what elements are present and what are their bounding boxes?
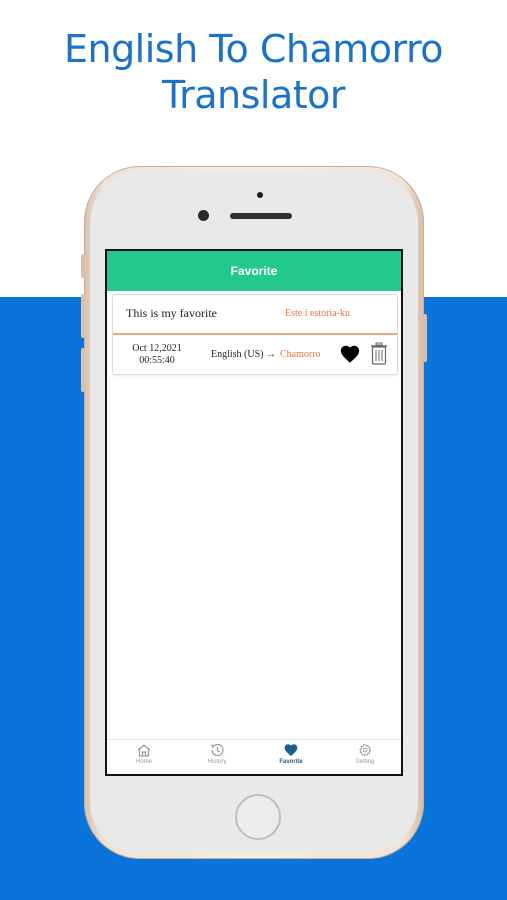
favorite-timestamp: Oct 12,2021 00:55:40 bbox=[123, 343, 191, 367]
power-button bbox=[423, 314, 427, 362]
volume-up-button bbox=[81, 294, 85, 338]
heart-icon bbox=[284, 744, 298, 757]
tab-setting-label: Setting bbox=[355, 759, 375, 765]
volume-down-button bbox=[81, 348, 85, 392]
headline-line-1: English To Chamorro bbox=[63, 27, 444, 71]
mute-switch bbox=[81, 254, 85, 278]
app-title-bar: Favorite bbox=[107, 251, 401, 291]
favorite-date: Oct 12,2021 bbox=[132, 343, 182, 354]
tab-favorite[interactable]: Favorite bbox=[263, 743, 319, 765]
heart-icon[interactable] bbox=[339, 343, 361, 365]
front-camera bbox=[198, 210, 209, 221]
tab-home-label: Home bbox=[135, 759, 152, 765]
tab-favorite-label: Favorite bbox=[279, 759, 303, 765]
headline-line-2: Translator bbox=[161, 73, 346, 117]
home-icon bbox=[137, 744, 151, 757]
bottom-tab-bar: Home History Favorite Setting bbox=[107, 739, 401, 774]
tab-setting[interactable]: Setting bbox=[337, 743, 393, 765]
gear-icon bbox=[359, 743, 372, 757]
page-title: Favorite bbox=[230, 264, 278, 278]
favorite-time: 00:55:40 bbox=[139, 355, 175, 366]
app-screen: Favorite This is my favorite Este i esto… bbox=[105, 249, 403, 776]
home-button[interactable] bbox=[235, 794, 281, 840]
translated-text: Este i estoria-ku bbox=[285, 308, 350, 319]
proximity-sensor bbox=[257, 192, 263, 198]
tab-history-label: History bbox=[207, 759, 227, 765]
favorite-card[interactable]: This is my favorite Este i estoria-ku Oc… bbox=[112, 294, 398, 375]
target-language: Chamorro bbox=[280, 349, 321, 360]
promo-headline: English To Chamorro Translator bbox=[0, 26, 507, 118]
tab-history[interactable]: History bbox=[189, 743, 245, 765]
tab-home[interactable]: Home bbox=[116, 743, 172, 765]
trash-icon[interactable] bbox=[370, 342, 388, 366]
history-icon bbox=[210, 743, 224, 757]
source-text: This is my favorite bbox=[126, 306, 217, 320]
source-language: English (US) → bbox=[211, 349, 276, 360]
favorite-card-texts: This is my favorite Este i estoria-ku bbox=[113, 295, 397, 335]
earpiece-speaker bbox=[230, 213, 292, 219]
